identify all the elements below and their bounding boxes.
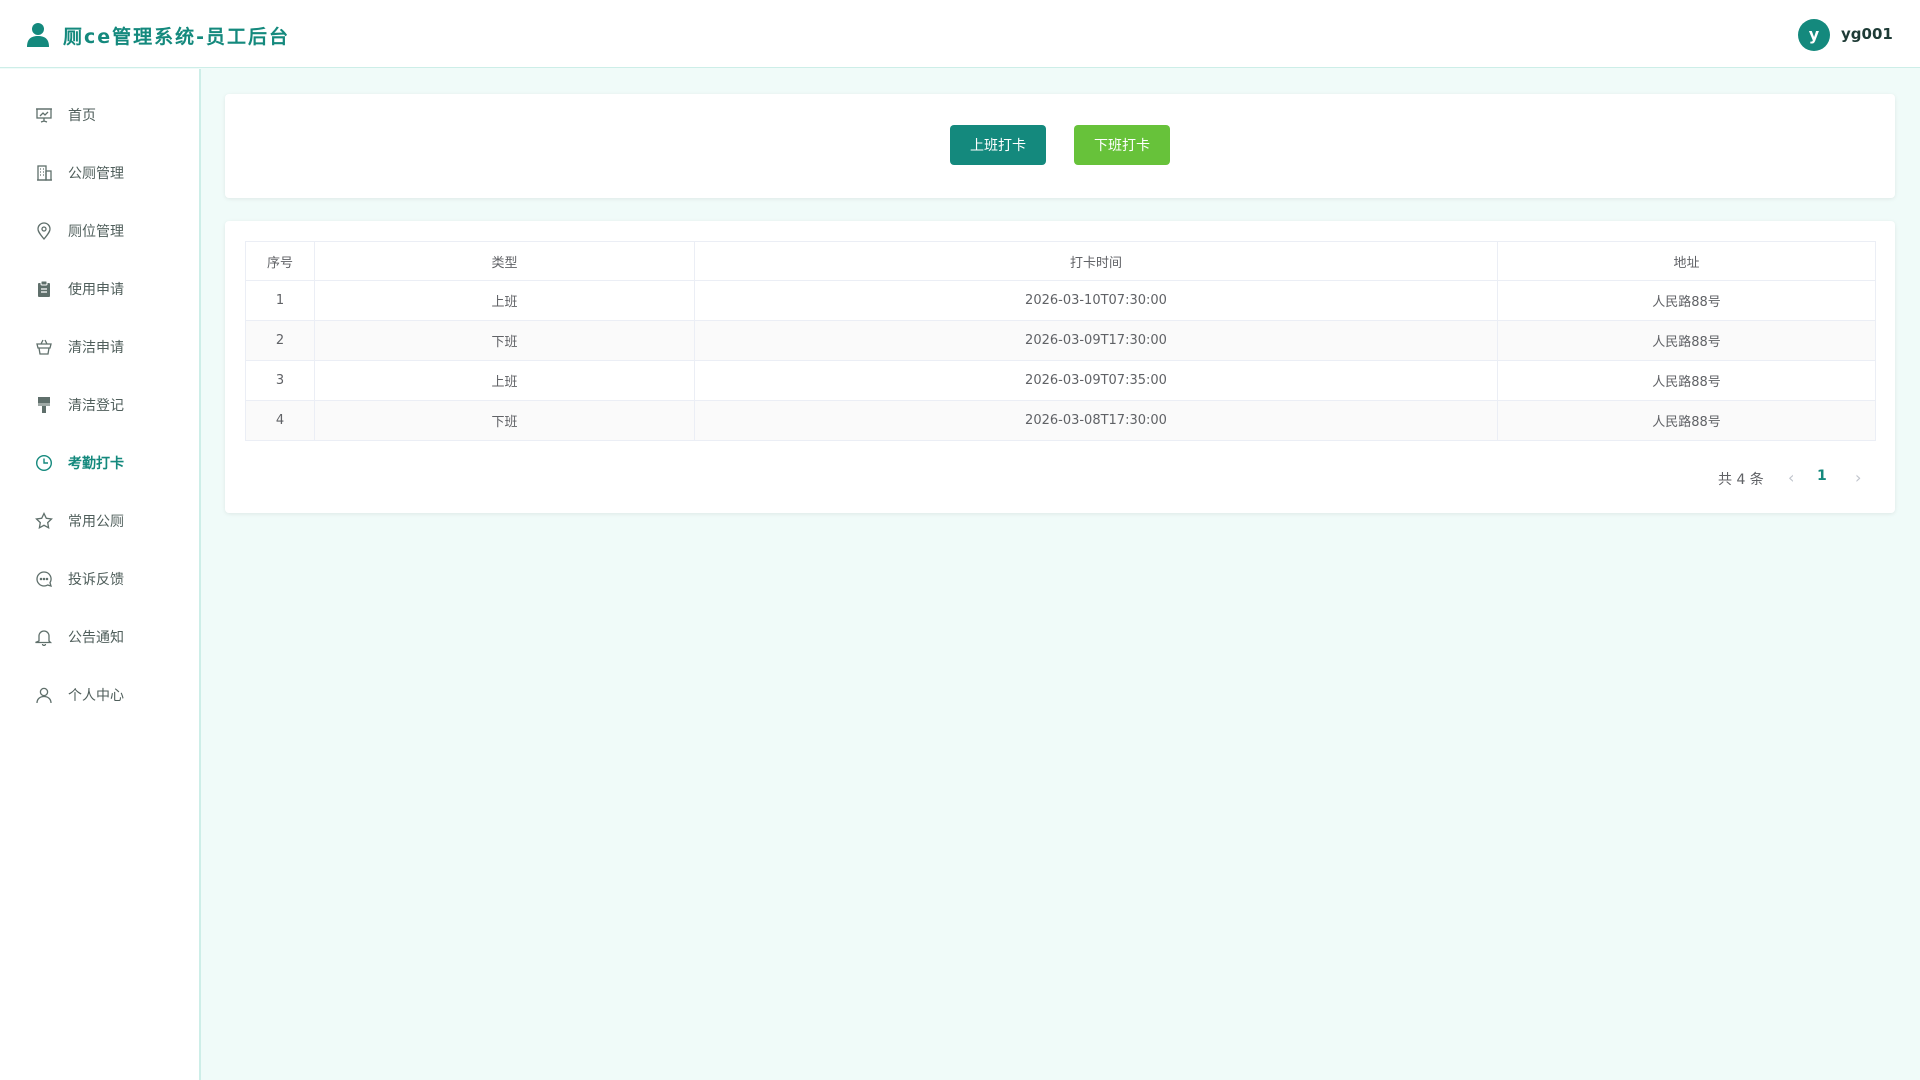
cell-time: 2026-03-08T17:30:00: [694, 400, 1498, 441]
pagination-total: 共 4 条: [1718, 472, 1764, 488]
cell-time: 2026-03-09T17:30:00: [694, 320, 1498, 361]
column-header-type: 类型: [314, 241, 695, 281]
sidebar-item-announcements[interactable]: 公告通知: [0, 616, 199, 658]
cell-index: 1: [245, 280, 315, 321]
sidebar-item-stall-management[interactable]: 厕位管理: [0, 210, 199, 252]
table-header-row: 序号 类型 打卡时间 地址: [245, 241, 1876, 281]
sidebar-item-label: 清洁登记: [68, 398, 124, 414]
sidebar-item-usage-request[interactable]: 使用申请: [0, 268, 199, 310]
user-icon: [36, 687, 52, 704]
sidebar-item-label: 厕位管理: [68, 224, 124, 240]
sidebar-item-profile[interactable]: 个人中心: [0, 674, 199, 716]
sidebar-item-label: 投诉反馈: [68, 572, 124, 588]
sidebar-item-label: 公厕管理: [68, 166, 124, 182]
attendance-table: 序号 类型 打卡时间 地址 1 上班 2026-03-10T07:30:00 人…: [245, 241, 1876, 441]
column-header-index: 序号: [245, 241, 315, 281]
sidebar-item-attendance[interactable]: 考勤打卡: [0, 442, 199, 484]
paint-brush-icon: [38, 397, 50, 413]
table-row[interactable]: 4 下班 2026-03-08T17:30:00 人民路88号: [245, 400, 1876, 441]
pagination-prev-button[interactable]: ‹: [1788, 468, 1794, 487]
sidebar-item-label: 公告通知: [68, 630, 124, 646]
sidebar-item-cleaning-request[interactable]: 清洁申请: [0, 326, 199, 368]
sidebar-item-label: 个人中心: [68, 688, 124, 704]
sidebar-item-toilet-management[interactable]: 公厕管理: [0, 152, 199, 194]
sidebar-item-cleaning-log[interactable]: 清洁登记: [0, 384, 199, 426]
star-icon: [35, 512, 53, 530]
cell-address: 人民路88号: [1497, 400, 1876, 441]
building-icon: [37, 165, 52, 181]
bell-icon: [35, 630, 53, 646]
column-header-address: 地址: [1497, 241, 1876, 281]
user-logo-icon: [27, 23, 49, 47]
cell-type: 上班: [314, 360, 695, 401]
sidebar-item-label: 清洁申请: [68, 340, 124, 356]
sidebar: 首页 公厕管理 厕位管理 使用申请 清洁申请 清洁登记 考勤打卡 常用公厕 投诉…: [0, 69, 201, 1080]
sidebar-item-label: 考勤打卡: [68, 456, 124, 472]
pagination-next-button[interactable]: ›: [1855, 468, 1861, 487]
cell-time: 2026-03-10T07:30:00: [694, 280, 1498, 321]
clock-in-button[interactable]: 上班打卡: [950, 125, 1046, 165]
cell-type: 下班: [314, 320, 695, 361]
cell-type: 下班: [314, 400, 695, 441]
sidebar-item-label: 首页: [68, 108, 96, 124]
table-row[interactable]: 2 下班 2026-03-09T17:30:00 人民路88号: [245, 320, 1876, 361]
sidebar-item-label: 常用公厕: [68, 514, 124, 530]
cell-address: 人民路88号: [1497, 320, 1876, 361]
cell-index: 3: [245, 360, 315, 401]
clipboard-icon: [38, 280, 50, 297]
column-header-time: 打卡时间: [694, 241, 1498, 281]
cell-index: 2: [245, 320, 315, 361]
table-row[interactable]: 3 上班 2026-03-09T07:35:00 人民路88号: [245, 360, 1876, 401]
presentation-icon: [36, 108, 52, 123]
table-row[interactable]: 1 上班 2026-03-10T07:30:00 人民路88号: [245, 280, 1876, 321]
username[interactable]: yg001: [1841, 25, 1893, 43]
sidebar-item-complaints[interactable]: 投诉反馈: [0, 558, 199, 600]
sidebar-item-favorite-toilets[interactable]: 常用公厕: [0, 500, 199, 542]
clock-icon: [35, 454, 53, 472]
cell-index: 4: [245, 400, 315, 441]
clock-actions-card: 上班打卡 下班打卡: [225, 94, 1895, 198]
clock-out-button[interactable]: 下班打卡: [1074, 125, 1170, 165]
pagination-page-1[interactable]: 1: [1817, 468, 1827, 484]
sidebar-item-home[interactable]: 首页: [0, 94, 199, 136]
cell-address: 人民路88号: [1497, 360, 1876, 401]
avatar[interactable]: y: [1798, 19, 1830, 51]
basket-icon: [36, 339, 52, 355]
location-pin-icon: [37, 222, 51, 240]
cell-time: 2026-03-09T07:35:00: [694, 360, 1498, 401]
attendance-records-card: 序号 类型 打卡时间 地址 1 上班 2026-03-10T07:30:00 人…: [225, 221, 1895, 513]
top-header: 厕ce管理系统-员工后台 y yg001: [0, 0, 1920, 68]
app-title: 厕ce管理系统-员工后台: [63, 26, 291, 48]
chat-bubble-icon: [36, 571, 52, 587]
cell-type: 上班: [314, 280, 695, 321]
cell-address: 人民路88号: [1497, 280, 1876, 321]
sidebar-item-label: 使用申请: [68, 282, 124, 298]
